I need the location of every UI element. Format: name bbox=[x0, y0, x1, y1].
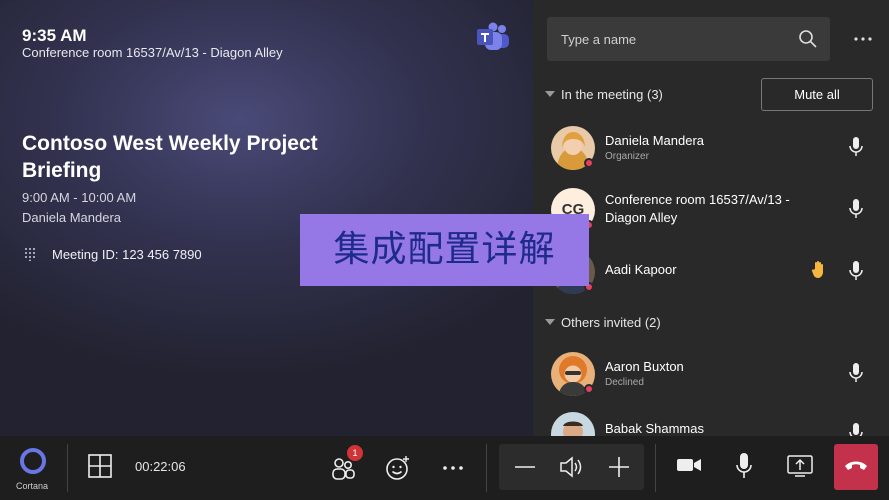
camera-icon[interactable] bbox=[676, 455, 702, 475]
others-section-toggle[interactable]: Others invited (2) bbox=[545, 315, 661, 330]
search-icon[interactable] bbox=[798, 29, 818, 49]
volume-control-group bbox=[499, 444, 644, 490]
meeting-id: Meeting ID: 123 456 7890 bbox=[52, 247, 202, 262]
microphone-icon[interactable] bbox=[849, 363, 863, 383]
overlay-banner: 集成配置详解 bbox=[300, 214, 589, 286]
participant-role: Organizer bbox=[605, 151, 649, 162]
room-name: Conference room 16537/Av/13 - Diagon All… bbox=[22, 45, 283, 60]
meeting-time: 9:00 AM - 10:00 AM bbox=[22, 190, 137, 205]
meeting-title: Contoso West Weekly Project Briefing bbox=[22, 132, 318, 182]
cortana-label: Cortana bbox=[16, 481, 49, 491]
volume-up-icon[interactable] bbox=[606, 454, 632, 480]
search-placeholder: Type a name bbox=[561, 32, 637, 47]
divider bbox=[67, 444, 68, 492]
hang-up-button[interactable] bbox=[834, 444, 878, 490]
dialpad-icon bbox=[25, 248, 35, 261]
in-meeting-label: In the meeting (3) bbox=[561, 87, 663, 102]
participants-badge: 1 bbox=[347, 445, 363, 461]
participant-name: Aaron Buxton bbox=[605, 359, 684, 374]
participant-role: Declined bbox=[605, 377, 644, 388]
layout-grid-icon[interactable] bbox=[88, 454, 112, 478]
participant-name: Daniela Mandera bbox=[605, 133, 705, 148]
microphone-icon[interactable] bbox=[849, 423, 863, 436]
divider bbox=[655, 444, 656, 492]
microphone-icon[interactable] bbox=[849, 137, 863, 157]
hang-up-icon bbox=[845, 461, 867, 470]
microphone-icon[interactable] bbox=[849, 199, 863, 219]
in-meeting-section-toggle[interactable]: In the meeting (3) bbox=[545, 87, 663, 102]
volume-down-icon[interactable] bbox=[512, 454, 538, 480]
chevron-down-icon bbox=[545, 91, 555, 97]
microphone-icon[interactable] bbox=[849, 261, 863, 281]
call-control-bar: Cortana 00:22:06 1 bbox=[0, 436, 889, 500]
participant-name: Babak Shammas bbox=[605, 421, 704, 436]
microphone-icon[interactable] bbox=[736, 453, 752, 479]
participant-name: Aadi Kapoor bbox=[605, 262, 677, 277]
clock-time: 9:35 AM bbox=[22, 26, 87, 45]
divider bbox=[486, 444, 487, 492]
chevron-down-icon bbox=[545, 319, 555, 325]
call-duration: 00:22:06 bbox=[135, 459, 186, 474]
participant-row[interactable]: Babak Shammas bbox=[533, 410, 889, 436]
participant-name: Conference room 16537/Av/13 - Diagon All… bbox=[605, 192, 790, 225]
participant-row[interactable]: Aaron Buxton Declined bbox=[533, 350, 889, 406]
meeting-organizer: Daniela Mandera bbox=[22, 210, 122, 225]
participant-row[interactable]: Daniela Mandera Organizer bbox=[533, 124, 889, 180]
raised-hand-icon bbox=[811, 261, 823, 278]
presence-busy-icon bbox=[584, 158, 594, 168]
speaker-icon bbox=[560, 456, 582, 478]
teams-logo-icon bbox=[477, 22, 509, 50]
mute-all-button[interactable]: Mute all bbox=[761, 78, 873, 111]
more-options-icon[interactable] bbox=[441, 452, 467, 478]
more-options-icon[interactable] bbox=[853, 29, 873, 49]
search-input[interactable]: Type a name bbox=[547, 17, 830, 61]
cortana-icon[interactable] bbox=[19, 447, 47, 475]
reactions-icon[interactable] bbox=[385, 455, 411, 481]
avatar bbox=[551, 412, 595, 436]
others-label: Others invited (2) bbox=[561, 315, 661, 330]
share-screen-icon[interactable] bbox=[787, 454, 813, 478]
presence-busy-icon bbox=[584, 384, 594, 394]
